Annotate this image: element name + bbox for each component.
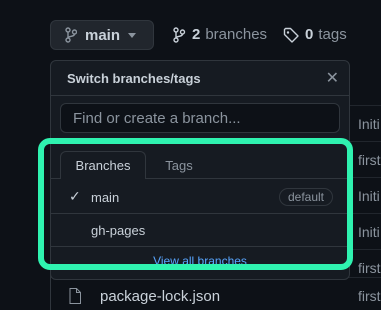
file-row-package-lock[interactable]: package-lock.json first bbox=[51, 277, 381, 310]
dropdown-title: Switch branches/tags bbox=[67, 71, 201, 86]
branches-label: branches bbox=[205, 26, 268, 43]
commit-message[interactable]: first bbox=[358, 288, 381, 304]
branch-search-input[interactable] bbox=[60, 103, 340, 133]
branches-count: 2 bbox=[192, 26, 201, 43]
repo-page: Initi first Initi Initi first package-lo… bbox=[0, 0, 381, 310]
commit-message[interactable]: first bbox=[358, 152, 381, 168]
commit-message[interactable]: Initi bbox=[358, 188, 380, 204]
tags-count: 0 bbox=[305, 26, 314, 43]
git-branch-icon bbox=[172, 26, 186, 43]
branch-item-main[interactable]: ✓ main default bbox=[51, 181, 349, 213]
branch-select-button[interactable]: main bbox=[50, 20, 154, 50]
close-icon[interactable]: ✕ bbox=[326, 68, 339, 88]
divider bbox=[51, 95, 349, 96]
branch-switch-dropdown: Switch branches/tags ✕ Branches Tags ✓ m… bbox=[50, 60, 350, 280]
tags-link[interactable]: 0 tags bbox=[283, 26, 347, 43]
caret-down-icon bbox=[128, 32, 137, 38]
branch-tag-tabs: Branches Tags bbox=[51, 151, 349, 179]
tags-label: tags bbox=[318, 26, 347, 43]
file-icon bbox=[69, 288, 81, 304]
commit-message[interactable]: Initi bbox=[358, 224, 380, 240]
branch-name: gh-pages bbox=[91, 222, 146, 238]
commit-message[interactable]: Initi bbox=[358, 116, 380, 132]
tag-icon bbox=[283, 27, 299, 43]
tab-branches[interactable]: Branches bbox=[60, 151, 146, 179]
commit-message[interactable]: first bbox=[358, 260, 381, 276]
default-badge: default bbox=[278, 188, 333, 206]
tab-tags[interactable]: Tags bbox=[151, 151, 207, 179]
view-all-branches-link[interactable]: View all branches bbox=[51, 254, 349, 268]
branch-name: main bbox=[91, 189, 120, 205]
git-branch-icon bbox=[65, 27, 77, 43]
divider bbox=[51, 246, 349, 247]
check-icon: ✓ bbox=[69, 188, 81, 204]
branch-button-label: main bbox=[85, 26, 121, 44]
file-name[interactable]: package-lock.json bbox=[100, 288, 220, 305]
branch-item-gh-pages[interactable]: gh-pages bbox=[51, 214, 349, 246]
branches-link[interactable]: 2 branches bbox=[172, 26, 267, 43]
